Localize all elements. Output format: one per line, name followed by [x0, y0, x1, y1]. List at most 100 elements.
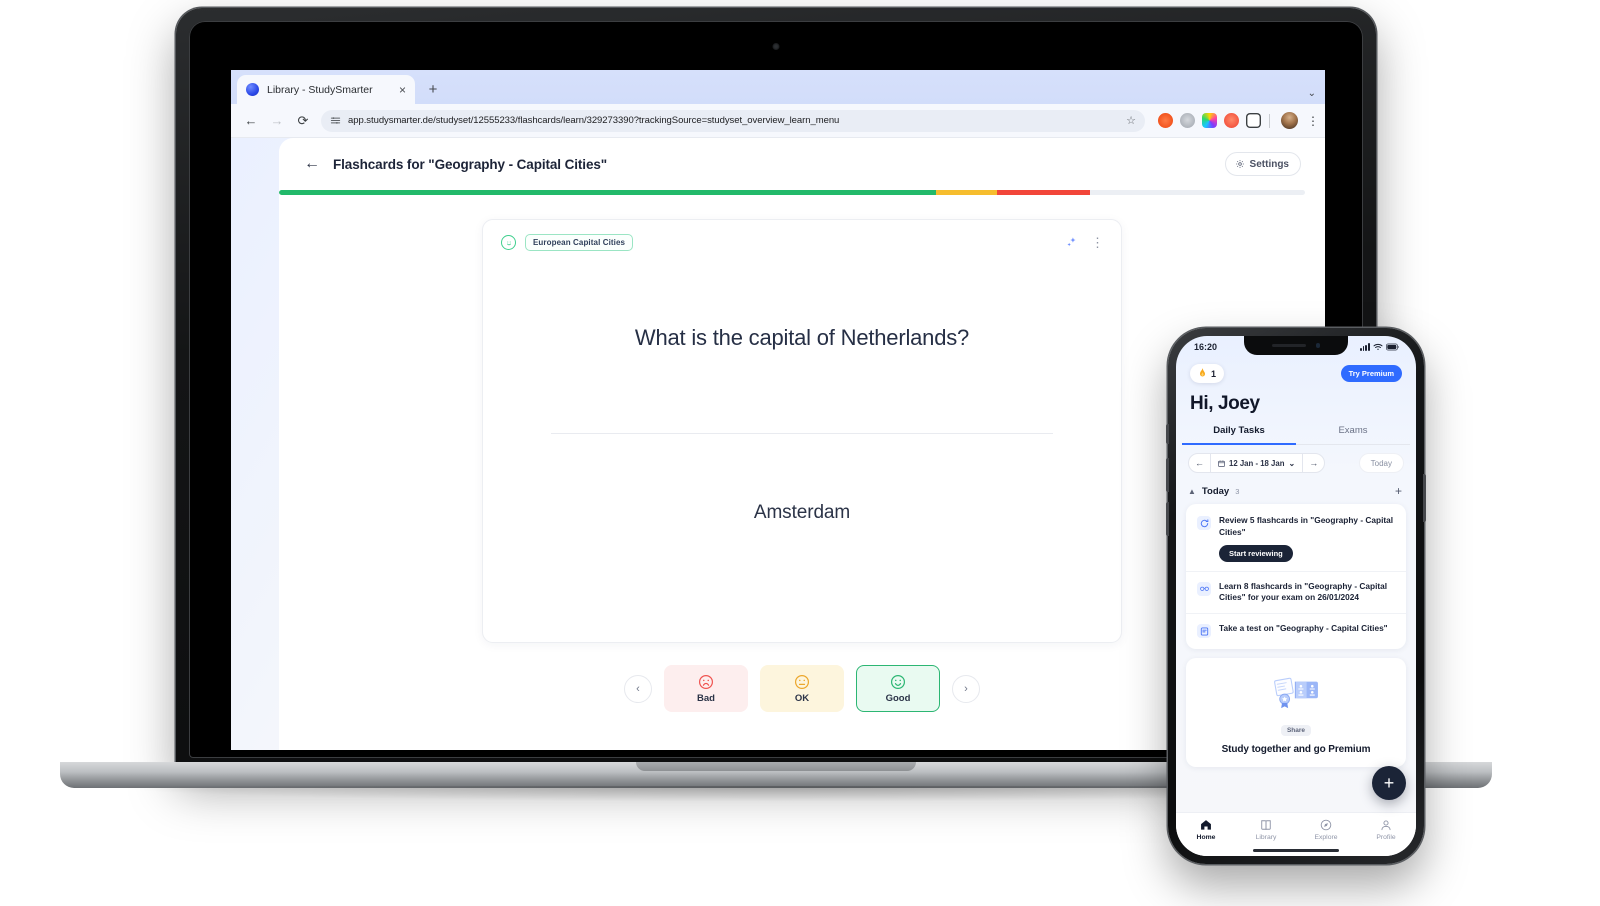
phone-volume-down-button — [1166, 502, 1169, 536]
tab-search-chevron-down-icon[interactable]: ⌄ — [1308, 88, 1316, 99]
favicon-icon — [246, 83, 259, 96]
streak-badge[interactable]: 1 — [1190, 364, 1225, 383]
flashcard-actions: ⋮ — [1065, 236, 1104, 249]
site-settings-icon[interactable] — [330, 115, 341, 126]
task-item-learn[interactable]: Learn 8 flashcards in "Geography - Capit… — [1186, 570, 1406, 614]
flashcard-tag[interactable]: European Capital Cities — [525, 234, 634, 251]
phone-status-bar: 16:20 — [1176, 336, 1416, 358]
date-range-button[interactable]: 12 Jan - 18 Jan ⌄ — [1210, 454, 1304, 472]
task-item-review[interactable]: Review 5 flashcards in "Geography - Capi… — [1186, 506, 1406, 571]
today-section-label: Today — [1201, 485, 1230, 497]
today-button[interactable]: Today — [1358, 453, 1404, 473]
share-badge[interactable]: Share — [1280, 725, 1312, 737]
next-card-button[interactable]: › — [952, 674, 980, 703]
nav-item-home[interactable]: Home — [1176, 819, 1236, 841]
new-tab-button[interactable]: + — [421, 77, 445, 101]
nav-label-explore: Explore — [1314, 834, 1338, 841]
glasses-icon — [1197, 581, 1211, 596]
profile-avatar[interactable] — [1281, 112, 1298, 129]
start-reviewing-button[interactable]: Start reviewing — [1219, 544, 1293, 562]
greeting-heading: Hi, Joey — [1190, 393, 1260, 414]
rate-ok-label: OK — [794, 692, 810, 704]
phone-screen: 16:20 1 Try Premium Hi, Joey Daily Tasks… — [1176, 336, 1416, 856]
promo-card[interactable]: Share Study together and go Premium — [1186, 658, 1406, 768]
extension-coral-icon[interactable] — [1224, 113, 1239, 128]
task-body: Learn 8 flashcards in "Geography - Capit… — [1219, 581, 1395, 605]
nav-label-library: Library — [1255, 834, 1277, 841]
address-bar[interactable]: app.studysmarter.de/studyset/12555233/fl… — [321, 109, 1145, 132]
reload-button[interactable]: ⟳ — [291, 109, 315, 133]
status-time: 16:20 — [1194, 342, 1218, 352]
rate-good-button[interactable]: Good — [856, 665, 940, 712]
date-navigation-row: ← 12 Jan - 18 Jan ⌄ → Today — [1176, 445, 1416, 473]
certificate-and-cards-icon — [1274, 677, 1318, 709]
laptop-base-notch — [636, 762, 916, 771]
flashcard-divider — [551, 433, 1053, 434]
browser-menu-icon[interactable]: ⋮ — [1307, 114, 1319, 128]
next-week-button[interactable]: → — [1303, 454, 1324, 472]
ai-sparkle-icon[interactable] — [1065, 236, 1078, 249]
flashcard-controls: ‹ Bad OK Good › — [624, 665, 980, 712]
rate-good-label: Good — [885, 692, 911, 704]
try-premium-button[interactable]: Try Premium — [1340, 365, 1402, 382]
rate-bad-button[interactable]: Bad — [664, 665, 748, 712]
previous-card-button[interactable]: ‹ — [624, 674, 652, 703]
browser-tab[interactable]: Library - StudySmarter × — [237, 75, 415, 104]
task-body: Review 5 flashcards in "Geography - Capi… — [1219, 515, 1395, 562]
nav-item-profile[interactable]: Profile — [1356, 819, 1416, 841]
today-section-header: ▲ Today 3 + — [1176, 473, 1416, 504]
settings-button[interactable]: Settings — [1224, 152, 1301, 176]
neutral-face-icon — [795, 674, 809, 689]
task-body: Take a test on "Geography - Capital Citi… — [1219, 623, 1395, 638]
tab-exams[interactable]: Exams — [1296, 425, 1410, 445]
task-list: Review 5 flashcards in "Geography - Capi… — [1186, 504, 1406, 650]
nav-label-home: Home — [1196, 834, 1216, 841]
phone-power-button — [1423, 474, 1426, 522]
task-item-test[interactable]: Take a test on "Geography - Capital Citi… — [1186, 613, 1406, 647]
home-indicator — [1253, 849, 1339, 852]
wifi-icon — [1373, 343, 1383, 350]
phone-mute-switch — [1166, 424, 1169, 444]
calendar-icon — [1218, 460, 1225, 467]
status-indicators — [1359, 343, 1400, 351]
add-task-plus-icon[interactable]: + — [1395, 484, 1402, 498]
extension-rainbow-icon[interactable] — [1202, 113, 1217, 128]
flame-icon — [1200, 368, 1205, 377]
phone-volume-up-button — [1166, 458, 1169, 492]
back-button[interactable]: ← — [239, 109, 263, 133]
flashcard-header: European Capital Cities ⋮ — [501, 234, 1104, 251]
flashcard-question: What is the capital of Netherlands? — [634, 325, 970, 350]
extension-gray-icon[interactable] — [1180, 113, 1195, 128]
back-arrow-icon[interactable]: ← — [301, 153, 323, 175]
webcam-icon — [772, 43, 780, 50]
tab-daily-tasks[interactable]: Daily Tasks — [1182, 425, 1296, 445]
tab-title: Library - StudySmarter — [267, 83, 373, 96]
phone-tabs: Daily Tasks Exams — [1176, 425, 1416, 445]
streak-count: 1 — [1211, 368, 1217, 379]
forward-button[interactable]: → — [265, 109, 289, 133]
promo-title: Study together and go Premium — [1221, 744, 1371, 756]
extension-outline-icon[interactable] — [1246, 113, 1261, 128]
book-icon — [1261, 820, 1271, 830]
rate-bad-label: Bad — [697, 692, 715, 704]
nav-label-profile: Profile — [1376, 834, 1396, 841]
frown-face-icon — [699, 674, 713, 689]
chevron-up-icon[interactable]: ▲ — [1188, 487, 1196, 496]
app-header: ← Flashcards for "Geography - Capital Ci… — [279, 138, 1325, 190]
previous-week-button[interactable]: ← — [1189, 454, 1210, 472]
close-tab-icon[interactable]: × — [399, 84, 406, 96]
smile-face-icon — [891, 674, 905, 689]
browser-tab-strip: Library - StudySmarter × + ⌄ — [231, 70, 1325, 104]
browser-toolbar: ← → ⟳ app.studysmarter.de/studyset/12555… — [231, 104, 1325, 138]
nav-item-library[interactable]: Library — [1236, 819, 1296, 841]
extension-orange-icon[interactable] — [1158, 113, 1173, 128]
person-icon — [1381, 820, 1391, 831]
nav-item-explore[interactable]: Explore — [1296, 819, 1356, 841]
rate-ok-button[interactable]: OK — [760, 665, 844, 712]
kebab-menu-icon[interactable]: ⋮ — [1091, 236, 1104, 249]
chevron-down-icon: ⌄ — [1288, 458, 1296, 468]
laptop-screen: Library - StudySmarter × + ⌄ ← → ⟳ app.s… — [231, 70, 1325, 750]
bookmark-star-icon[interactable]: ☆ — [1126, 114, 1136, 127]
flashcard[interactable]: European Capital Cities ⋮ What is the ca… — [482, 219, 1122, 643]
floating-action-button[interactable]: + — [1372, 766, 1406, 800]
